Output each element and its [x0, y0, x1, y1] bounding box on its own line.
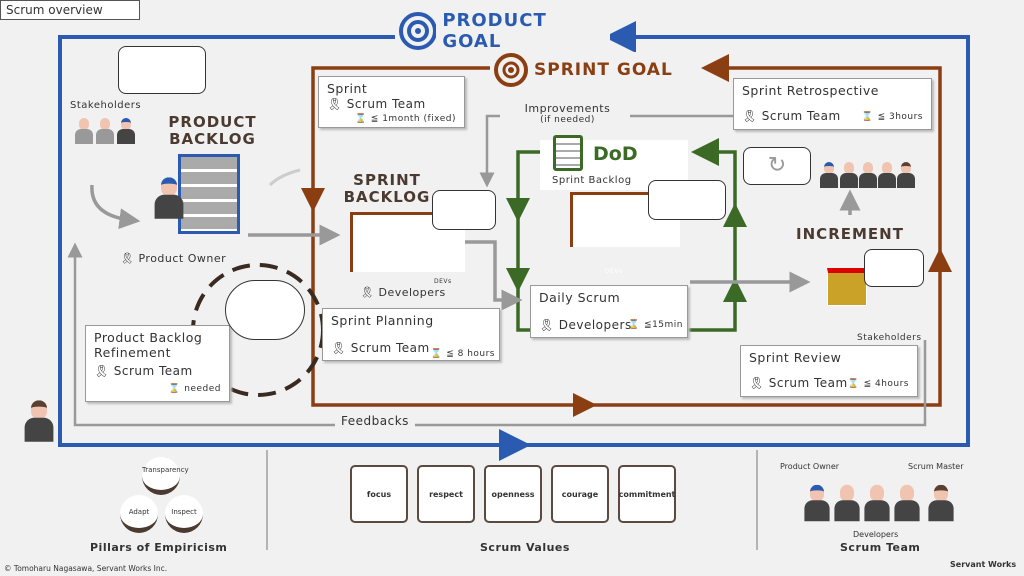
sprint-goal: SPRINT GOAL — [490, 52, 675, 88]
hourglass-icon: ⌛ — [430, 349, 443, 359]
hourglass-icon: ⌛ — [355, 114, 367, 124]
feedbacks-label: Feedbacks — [335, 414, 415, 428]
pillar-inspect: Inspect — [165, 495, 203, 533]
refinement-card: Product Backlog Refinement 🎗 Scrum Team ⌛ n… — [85, 325, 230, 402]
team-member — [820, 162, 838, 188]
team-sm-label: Scrum Master — [908, 462, 964, 471]
value-respect: respect — [417, 465, 475, 523]
pillar-adapt: Adapt — [120, 495, 158, 533]
team-title: Scrum Team — [840, 541, 921, 554]
value-openness: openness — [484, 465, 542, 523]
hourglass-icon: ⌛ — [847, 379, 860, 389]
dod-devs: DEVs — [605, 268, 623, 275]
target-icon — [494, 53, 528, 87]
sprint-planning-role: 🎗 Scrum Team — [331, 341, 430, 355]
team-product-owner — [804, 484, 830, 522]
team-developer — [864, 484, 890, 522]
pillars-title: Pillars of Empiricism — [90, 541, 228, 554]
value-focus: focus — [350, 465, 408, 523]
sprint-title: Sprint — [327, 81, 368, 96]
increment-bubble — [864, 249, 924, 287]
ribbon-icon: 🎗 — [749, 376, 765, 390]
sprint-card: Sprint 🎗 Scrum Team ⌛ ≦ 1month (fixed) — [318, 76, 465, 128]
sprint-role: 🎗 Scrum Team — [327, 97, 426, 111]
sprint-planning-timebox: ⌛ ≦ 8 hours — [430, 349, 495, 359]
team-developer — [834, 484, 860, 522]
hourglass-icon: ⌛ — [861, 112, 874, 122]
team-developer — [894, 484, 920, 522]
product-owner — [154, 177, 184, 219]
ribbon-icon: 🎗 — [120, 252, 135, 265]
team-member — [897, 162, 915, 188]
daily-scrum-role: 🎗 Developers — [539, 318, 632, 332]
review-timebox: ⌛ ≦ 4hours — [847, 379, 909, 389]
review-title: Sprint Review — [749, 350, 842, 365]
retrospective-title: Sprint Retrospective — [742, 83, 879, 98]
scrum-master — [24, 400, 54, 442]
ribbon-icon: 🎗 — [742, 109, 758, 123]
value-courage: courage — [551, 465, 609, 523]
stakeholder — [117, 118, 135, 144]
review-card: Sprint Review 🎗 Scrum Team ⌛ ≦ 4hours — [740, 345, 918, 397]
team-member — [878, 162, 896, 188]
pillar-transparency: Transparency — [142, 457, 189, 495]
sprint-backlog-bubble — [432, 190, 496, 230]
page-title: Scrum overview — [0, 0, 140, 20]
ribbon-icon: 🎗 — [360, 286, 375, 299]
target-icon — [399, 12, 437, 50]
refinement-role: 🎗 Scrum Team — [94, 364, 193, 378]
sprint-backlog-title: SPRINT BACKLOG — [343, 171, 431, 206]
refinement-timebox: ⌛ needed — [168, 384, 221, 394]
team-member — [840, 162, 858, 188]
increment-gift-icon — [827, 268, 867, 306]
review-role: 🎗 Scrum Team — [749, 376, 848, 390]
dod-title: DoD — [593, 143, 638, 165]
improvements-label: Improvements (if needed) — [505, 102, 630, 125]
increment-title: INCREMENT — [796, 225, 904, 243]
ribbon-icon: 🎗 — [331, 341, 347, 355]
product-owner-label: 🎗 Product Owner — [120, 252, 227, 265]
sprint-backlog-devs: DEVs — [434, 278, 452, 285]
daily-scrum-title: Daily Scrum — [539, 290, 621, 305]
product-goal: PRODUCT GOAL — [395, 10, 610, 52]
pillars-diagram: Transparency Adapt Inspect — [110, 455, 210, 535]
product-backlog-title: PRODUCT BACKLOG — [168, 113, 257, 148]
product-backlog-list — [178, 154, 240, 234]
team-developers-label: Developers — [853, 530, 899, 539]
hourglass-icon: ⌛ — [168, 384, 181, 394]
product-goal-label: PRODUCT GOAL — [442, 10, 547, 52]
team-po-label: Product Owner — [780, 462, 840, 471]
sprint-timebox: ⌛ ≦ 1month (fixed) — [355, 114, 456, 124]
dod-sprint-backlog-label: Sprint Backlog — [552, 175, 632, 186]
refinement-bubble — [225, 280, 305, 340]
ribbon-icon: 🎗 — [327, 97, 343, 111]
retro-bubble: ↻ — [743, 147, 811, 185]
team-scrum-master — [928, 484, 954, 522]
retrospective-timebox: ⌛ ≦ 3hours — [861, 112, 923, 122]
retrospective-role: 🎗 Scrum Team — [742, 109, 841, 123]
sprint-goal-label: SPRINT GOAL — [534, 60, 673, 80]
sprint-planning-title: Sprint Planning — [331, 313, 434, 328]
developers-label: 🎗 Developers — [360, 286, 446, 299]
ribbon-icon: 🎗 — [539, 318, 555, 332]
value-commitment: commitment — [618, 465, 676, 523]
ribbon-icon: 🎗 — [94, 364, 110, 378]
copyright: © Tomoharu Nagasawa, Servant Works Inc. — [4, 564, 168, 573]
stakeholder — [75, 118, 93, 144]
dod-bubble — [648, 180, 726, 220]
daily-scrum-card: Daily Scrum 🎗 Developers ⌛ ≦15min — [530, 285, 688, 338]
hourglass-icon: ⌛ — [628, 320, 641, 330]
team-member — [859, 162, 877, 188]
sprint-planning-card: Sprint Planning 🎗 Scrum Team ⌛ ≦ 8 hours — [322, 308, 500, 361]
stakeholders-label: Stakeholders — [70, 100, 142, 111]
values-title: Scrum Values — [480, 541, 570, 554]
checklist-icon — [553, 135, 583, 171]
increment-stakeholders-label: Stakeholders — [857, 333, 922, 343]
servant-works-logo: Servant Works — [950, 560, 1017, 569]
refinement-title: Product Backlog Refinement — [94, 330, 203, 360]
daily-scrum-timebox: ⌛ ≦15min — [628, 320, 683, 330]
stakeholder — [96, 118, 114, 144]
stakeholder-bubble — [118, 46, 206, 94]
retrospective-card: Sprint Retrospective 🎗 Scrum Team ⌛ ≦ 3hou… — [733, 78, 932, 130]
